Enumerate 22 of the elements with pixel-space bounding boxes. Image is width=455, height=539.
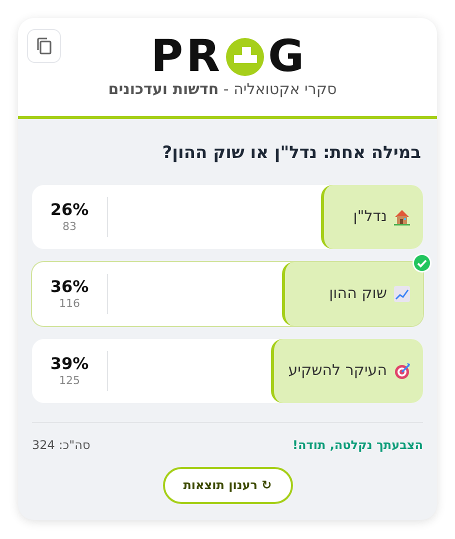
option-label: העיקר להשקיע (288, 360, 387, 382)
option-label: שוק ההון (329, 283, 387, 304)
option-percent: 36% (50, 276, 89, 297)
option-label: נדל"ן (353, 206, 387, 228)
poll-question: במילה אחת: נדל"ן או שוק ההון? (161, 142, 422, 165)
vote-count: 83 (62, 220, 76, 234)
target-icon (393, 362, 411, 380)
chart-icon (393, 284, 411, 302)
logo-text: G (268, 35, 304, 79)
logo-icon (226, 38, 264, 76)
copy-button[interactable] (27, 29, 61, 63)
status-message: הצבעתך נקלטה, תודה! (292, 436, 423, 454)
vote-count: 116 (59, 296, 80, 310)
option-percent: 39% (50, 354, 89, 374)
logo-text: PR (150, 35, 224, 79)
copy-icon (36, 37, 52, 55)
refresh-button[interactable]: ↻ רענון תוצאות (162, 466, 292, 504)
vote-count: 125 (59, 374, 80, 388)
option-percent: 26% (50, 200, 89, 220)
total-votes: סה"כ: 324 (32, 436, 90, 454)
logo-subtitle: סקרי אקטואליה - חדשות ועדכונים (108, 80, 338, 99)
house-icon (393, 208, 411, 226)
